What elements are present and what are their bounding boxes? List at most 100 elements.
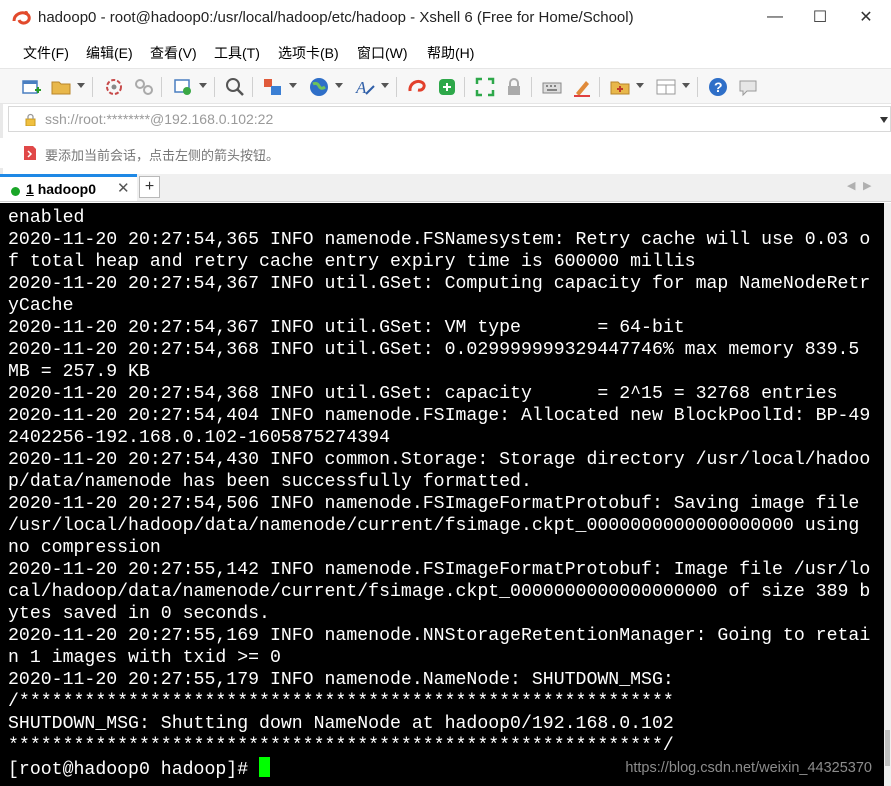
toolbar: A ? xyxy=(0,68,891,104)
toolbar-separator xyxy=(464,77,465,97)
layout-dropdown-icon[interactable] xyxy=(682,83,690,88)
title-bar: hadoop0 - root@hadoop0:/usr/local/hadoop… xyxy=(0,0,891,36)
svg-text:A: A xyxy=(355,78,367,97)
lock-icon xyxy=(25,113,36,126)
terminal-line: /usr/local/hadoop/data/namenode/current/… xyxy=(8,516,860,536)
terminal-scrollbar[interactable] xyxy=(884,203,891,786)
close-tab-icon[interactable]: ✕ xyxy=(117,179,130,197)
menu-edit[interactable]: 编辑(E) xyxy=(86,43,133,63)
terminal-line: ytes saved in 0 seconds. xyxy=(8,604,270,624)
toolbar-separator xyxy=(396,77,397,97)
new-session-icon[interactable] xyxy=(20,76,42,98)
terminal-line: enabled xyxy=(8,208,85,228)
fullscreen-icon[interactable] xyxy=(474,76,496,98)
terminal-line: 2020-11-20 20:27:54,367 INFO util.GSet: … xyxy=(8,318,685,338)
tab-prev-icon[interactable]: ◀ xyxy=(847,179,855,192)
toolbar-separator xyxy=(161,77,162,97)
close-button[interactable]: ✕ xyxy=(843,0,889,34)
terminal-line: ****************************************… xyxy=(8,736,674,756)
terminal-line: SHUTDOWN_MSG: Shutting down NameNode at … xyxy=(8,714,674,734)
new-tab-button[interactable]: + xyxy=(139,176,160,198)
terminal-line: 2020-11-20 20:27:54,365 INFO namenode.FS… xyxy=(8,230,871,250)
terminal-line: no compression xyxy=(8,538,161,558)
font-dropdown-icon[interactable] xyxy=(381,83,389,88)
compose-icon[interactable] xyxy=(609,76,631,98)
menu-window[interactable]: 窗口(W) xyxy=(357,43,408,63)
globe-dropdown-icon[interactable] xyxy=(335,83,343,88)
tab-label: 1 hadoop0 xyxy=(26,181,96,197)
terminal-line: 2020-11-20 20:27:54,404 INFO namenode.FS… xyxy=(8,406,871,426)
toolbar-separator xyxy=(92,77,93,97)
maximize-button[interactable]: ☐ xyxy=(797,0,843,34)
tab-strip: 1 hadoop0 ✕ + ◀ ▶ xyxy=(0,174,891,202)
toolbar-separator xyxy=(697,77,698,97)
terminal-line: cal/hadoop/data/namenode/current/fsimage… xyxy=(8,582,871,602)
xshell-icon[interactable] xyxy=(406,76,428,98)
transfer-icon[interactable] xyxy=(262,76,284,98)
chevron-down-icon[interactable] xyxy=(880,117,888,123)
terminal-output: enabled 2020-11-20 20:27:54,365 INFO nam… xyxy=(8,207,871,780)
properties-icon[interactable] xyxy=(172,76,194,98)
highlight-icon[interactable] xyxy=(571,76,593,98)
menu-tabs[interactable]: 选项卡(B) xyxy=(278,43,339,63)
toolbar-separator xyxy=(531,77,532,97)
window-title: hadoop0 - root@hadoop0:/usr/local/hadoop… xyxy=(38,9,634,26)
menu-tools[interactable]: 工具(T) xyxy=(214,43,260,63)
open-folder-icon[interactable] xyxy=(50,76,72,98)
tab-number: 1 xyxy=(26,181,34,197)
menu-view[interactable]: 查看(V) xyxy=(150,43,197,63)
session-address-bar[interactable]: ssh://root:********@192.168.0.102:22 xyxy=(8,106,891,132)
xftp-icon[interactable] xyxy=(436,76,458,98)
lock-icon[interactable] xyxy=(503,76,525,98)
toolbar-separator xyxy=(214,77,215,97)
terminal-line: 2020-11-20 20:27:55,142 INFO namenode.FS… xyxy=(8,560,871,580)
terminal-view[interactable]: enabled 2020-11-20 20:27:54,365 INFO nam… xyxy=(0,203,884,786)
tab-hadoop0[interactable]: 1 hadoop0 ✕ xyxy=(0,174,137,201)
connection-status-icon xyxy=(11,187,20,196)
keyboard-icon[interactable] xyxy=(541,76,563,98)
shell-prompt: [root@hadoop0 hadoop]# xyxy=(8,760,260,780)
terminal-line: 2020-11-20 20:27:54,368 INFO util.GSet: … xyxy=(8,340,860,360)
hint-bar: 要添加当前会话，点击左侧的箭头按钮。 xyxy=(0,138,891,168)
font-icon[interactable]: A xyxy=(354,76,376,98)
bookmark-icon[interactable] xyxy=(22,145,38,161)
minimize-button[interactable]: — xyxy=(752,0,798,34)
reconnect-icon[interactable] xyxy=(103,76,125,98)
toolbar-separator xyxy=(599,77,600,97)
address-input[interactable]: ssh://root:********@192.168.0.102:22 xyxy=(45,111,273,127)
transfer-dropdown-icon[interactable] xyxy=(289,83,297,88)
terminal-line: 2020-11-20 20:27:55,169 INFO namenode.NN… xyxy=(8,626,871,646)
svg-text:?: ? xyxy=(714,79,723,95)
toolbar-separator xyxy=(252,77,253,97)
terminal-line: f total heap and retry cache entry expir… xyxy=(8,252,696,272)
terminal-line: 2402256-192.168.0.102-1605875274394 xyxy=(8,428,390,448)
watermark: https://blog.csdn.net/weixin_44325370 xyxy=(625,760,872,776)
terminal-line: 2020-11-20 20:27:55,179 INFO namenode.Na… xyxy=(8,670,674,690)
open-folder-dropdown-icon[interactable] xyxy=(77,83,85,88)
hint-text: 要添加当前会话，点击左侧的箭头按钮。 xyxy=(45,148,280,163)
terminal-line: /***************************************… xyxy=(8,692,674,712)
terminal-line: 2020-11-20 20:27:54,367 INFO util.GSet: … xyxy=(8,274,871,294)
terminal-line: MB = 257.9 KB xyxy=(8,362,150,382)
scrollbar-thumb[interactable] xyxy=(885,730,890,766)
disconnect-icon[interactable] xyxy=(133,76,155,98)
terminal-line: yCache xyxy=(8,296,74,316)
properties-dropdown-icon[interactable] xyxy=(199,83,207,88)
search-icon[interactable] xyxy=(224,76,246,98)
terminal-line: n 1 images with txid >= 0 xyxy=(8,648,281,668)
menu-bar: 文件(F) 编辑(E) 查看(V) 工具(T) 选项卡(B) 窗口(W) 帮助(… xyxy=(0,38,891,66)
chat-icon[interactable] xyxy=(737,76,759,98)
terminal-line: 2020-11-20 20:27:54,506 INFO namenode.FS… xyxy=(8,494,860,514)
terminal-cursor xyxy=(259,757,271,777)
help-icon[interactable]: ? xyxy=(707,76,729,98)
compose-dropdown-icon[interactable] xyxy=(636,83,644,88)
globe-icon[interactable] xyxy=(308,76,330,98)
layout-icon[interactable] xyxy=(655,76,677,98)
terminal-line: 2020-11-20 20:27:54,368 INFO util.GSet: … xyxy=(8,384,838,404)
terminal-line: p/data/namenode has been successfully fo… xyxy=(8,472,532,492)
terminal-line: 2020-11-20 20:27:54,430 INFO common.Stor… xyxy=(8,450,871,470)
tab-title: hadoop0 xyxy=(37,181,97,197)
menu-file[interactable]: 文件(F) xyxy=(23,43,69,63)
tab-next-icon[interactable]: ▶ xyxy=(863,179,871,192)
menu-help[interactable]: 帮助(H) xyxy=(427,43,474,63)
